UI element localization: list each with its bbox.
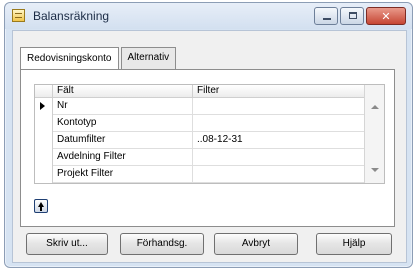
tab-strip: Redovisningskonto Alternativ (20, 47, 177, 70)
row-selector[interactable] (35, 115, 53, 132)
row-selector[interactable] (35, 98, 53, 115)
preview-button[interactable]: Förhandsg. (120, 233, 204, 255)
help-button[interactable]: Hjälp (316, 233, 392, 255)
close-button[interactable]: ✕ (366, 7, 406, 25)
table-row[interactable]: Projekt Filter (35, 166, 366, 183)
row-selector[interactable] (35, 132, 53, 149)
minimize-icon (323, 18, 331, 20)
filter-cell[interactable] (193, 98, 366, 115)
maximize-button[interactable] (340, 7, 364, 25)
window-titlebar[interactable]: Balansräkning ✕ (5, 3, 412, 29)
grid-rows: Nr Kontotyp Datumfilter ..08-12-31 Avdel… (35, 98, 366, 183)
field-cell[interactable]: Kontotyp (53, 115, 193, 132)
table-row[interactable]: Kontotyp (35, 115, 366, 132)
header-selector-cell (35, 85, 53, 98)
filter-cell[interactable]: ..08-12-31 (193, 132, 366, 149)
filter-cell[interactable] (193, 149, 366, 166)
tab-alternativ[interactable]: Alternativ (120, 47, 177, 69)
balance-sheet-icon (12, 9, 25, 22)
field-cell[interactable]: Datumfilter (53, 132, 193, 149)
filter-column-header[interactable]: Filter (193, 85, 366, 98)
close-icon: ✕ (381, 9, 391, 23)
table-row[interactable]: Datumfilter ..08-12-31 (35, 132, 366, 149)
scroll-up-icon[interactable] (371, 105, 379, 109)
dialog-buttons: Skriv ut... Förhandsg. Avbryt Hjälp (26, 233, 396, 255)
tab-redovisningskonto[interactable]: Redovisningskonto (20, 47, 119, 70)
row-selector[interactable] (35, 166, 53, 183)
field-cell[interactable]: Projekt Filter (53, 166, 193, 183)
filter-cell[interactable] (193, 115, 366, 132)
current-row-icon (40, 102, 45, 110)
grid-header: Fält Filter (35, 85, 384, 98)
print-button[interactable]: Skriv ut... (26, 233, 108, 255)
field-cell[interactable]: Nr (53, 98, 193, 115)
cancel-button[interactable]: Avbryt (214, 233, 298, 255)
table-row[interactable]: Nr (35, 98, 366, 115)
scroll-down-icon[interactable] (371, 168, 379, 172)
minimize-button[interactable] (314, 7, 338, 25)
window-controls: ✕ (314, 7, 406, 25)
filter-cell[interactable] (193, 166, 366, 183)
field-cell[interactable]: Avdelning Filter (53, 149, 193, 166)
vertical-scrollbar[interactable] (364, 85, 384, 183)
row-selector[interactable] (35, 149, 53, 166)
move-up-button[interactable] (34, 199, 48, 213)
window-title: Balansräkning (33, 9, 110, 23)
maximize-icon (349, 12, 357, 19)
filter-grid: Fält Filter Nr Kontotyp Datumfilter ..08… (34, 84, 385, 184)
table-row[interactable]: Avdelning Filter (35, 149, 366, 166)
up-arrow-stem (40, 207, 42, 211)
field-column-header[interactable]: Fält (53, 85, 193, 98)
